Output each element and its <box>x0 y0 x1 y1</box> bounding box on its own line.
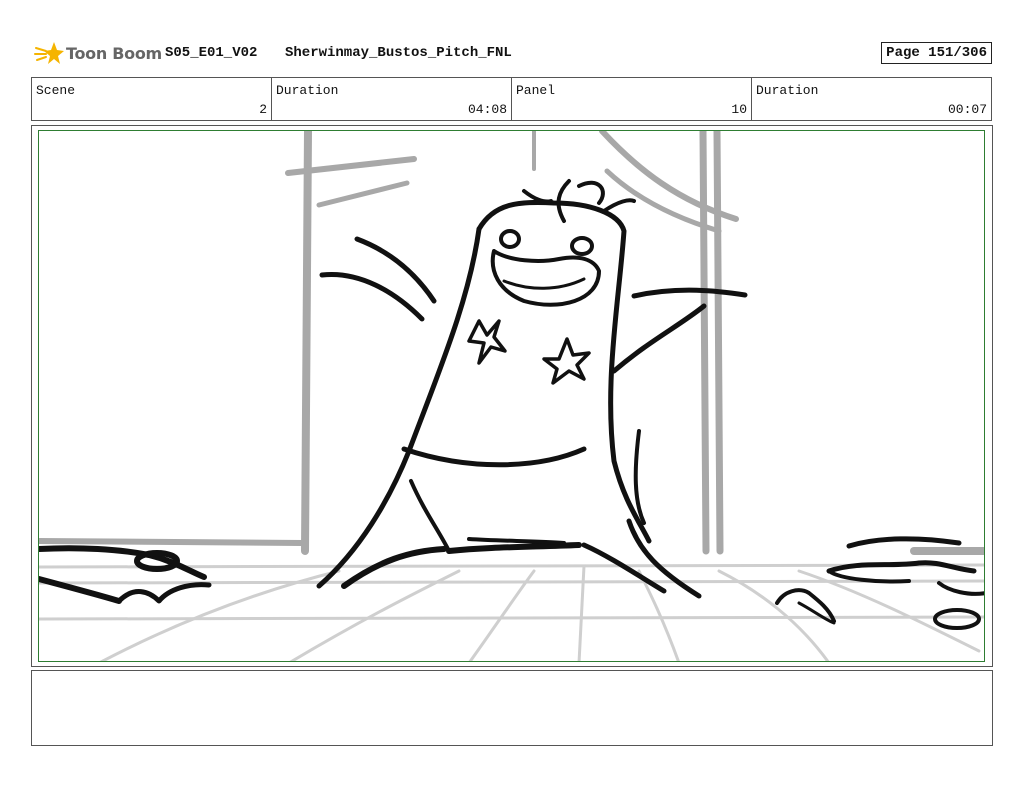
panel-duration-value: 00:07 <box>947 102 987 117</box>
panel-label: Panel <box>516 83 556 98</box>
document-name: Sherwinmay_Bustos_Pitch_FNL <box>285 45 512 61</box>
page-number: Page 151/306 <box>881 42 992 64</box>
star-icon <box>34 42 64 64</box>
sketch-drawing <box>39 131 984 661</box>
panel-value: 10 <box>731 102 747 117</box>
panel-duration-label: Duration <box>756 83 819 98</box>
panel-duration-cell: Duration 00:07 <box>752 78 991 120</box>
scene-duration-label: Duration <box>276 83 339 98</box>
camera-frame <box>38 130 985 662</box>
notes-area <box>31 670 993 746</box>
scene-label: Scene <box>36 83 76 98</box>
scene-duration-value: 04:08 <box>467 102 507 117</box>
storyboard-panel <box>31 125 993 667</box>
logo-text: Toon Boom <box>66 43 162 63</box>
toon-boom-logo: Toon Boom <box>34 38 162 68</box>
scene-value: 2 <box>259 102 267 117</box>
character-sketch <box>39 179 984 630</box>
panel-cell: Panel 10 <box>512 78 752 120</box>
scene-duration-cell: Duration 04:08 <box>272 78 512 120</box>
page-header: Toon Boom S05_E01_V02 Sherwinmay_Bustos_… <box>30 38 992 68</box>
episode-code: S05_E01_V02 <box>165 45 258 61</box>
scene-cell: Scene 2 <box>32 78 272 120</box>
scene-info-row: Scene 2 Duration 04:08 Panel 10 Duration… <box>31 77 992 121</box>
background-sketch <box>39 131 984 555</box>
floor-grid <box>39 563 984 661</box>
